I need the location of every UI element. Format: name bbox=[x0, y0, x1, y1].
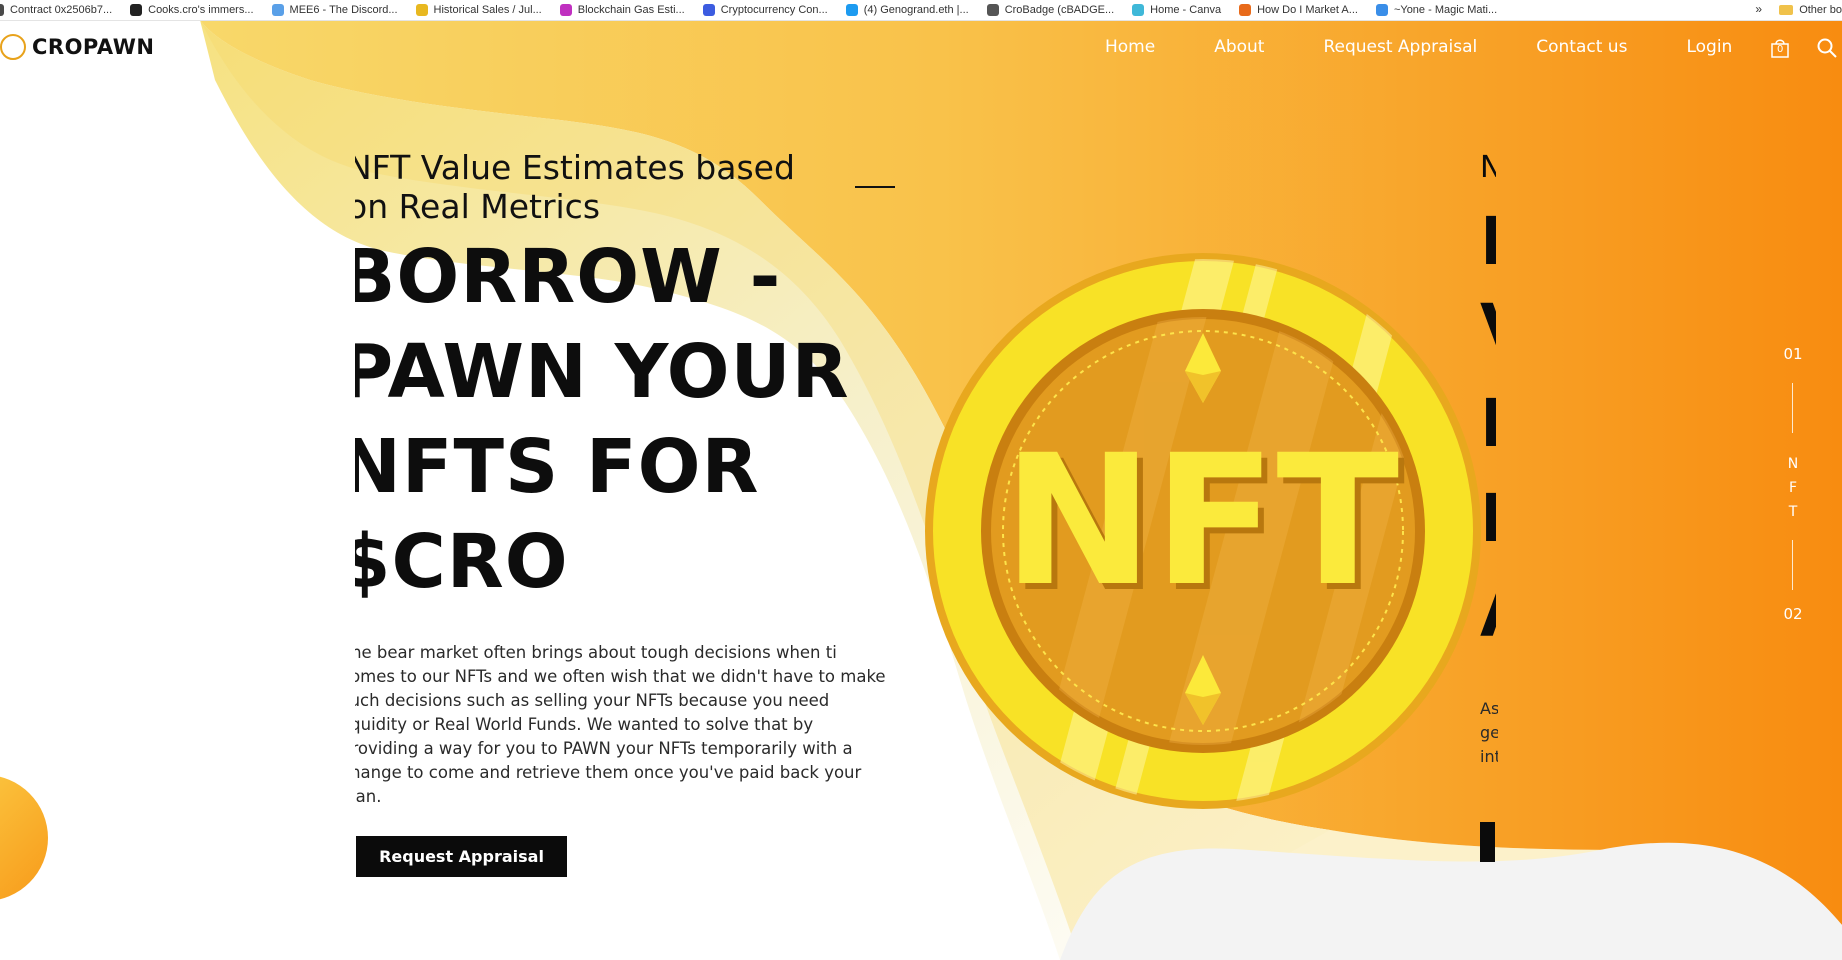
nav-about[interactable]: About bbox=[1214, 37, 1264, 57]
next-slide-letter: N bbox=[1480, 150, 1496, 185]
bookmark-label: Home - Canva bbox=[1150, 4, 1222, 16]
hero-text-block: NFT Value Estimates based on Real Metric… bbox=[355, 140, 915, 900]
next-slide-button[interactable] bbox=[1480, 822, 1495, 862]
bookmark-item[interactable]: Contract 0x2506b7... bbox=[0, 4, 112, 16]
bookmark-label: Historical Sales / Jul... bbox=[433, 4, 542, 16]
nav-home[interactable]: Home bbox=[1105, 37, 1155, 57]
next-slide-letter: I bbox=[1480, 480, 1496, 557]
bookmark-item[interactable]: How Do I Market A... bbox=[1239, 4, 1358, 16]
bookmark-favicon-icon bbox=[1239, 4, 1252, 16]
bookmark-label: CroBadge (cBADGE... bbox=[1004, 4, 1115, 16]
coin-text: NFT bbox=[1003, 417, 1399, 626]
bookmark-item[interactable]: Blockchain Gas Esti... bbox=[559, 4, 685, 16]
bookmark-label: Cooks.cro's immers... bbox=[148, 4, 254, 16]
next-slide-headline: NIVIIA bbox=[1480, 140, 1496, 880]
slide-end-number[interactable]: 02 bbox=[1778, 605, 1808, 623]
bookmarks-bar: Contract 0x2506b7... Cooks.cro's immers..… bbox=[0, 0, 1842, 21]
slide-label-letter: T bbox=[1788, 504, 1798, 520]
nft-coin-image: NFT NFT bbox=[925, 253, 1481, 809]
ring-icon bbox=[0, 34, 26, 60]
next-slide-letter: V bbox=[1480, 290, 1496, 367]
bookmark-item[interactable]: CroBadge (cBADGE... bbox=[986, 4, 1115, 16]
slide-start-number[interactable]: 01 bbox=[1778, 345, 1808, 363]
next-slide-letter: I bbox=[1480, 385, 1496, 462]
bookmark-item[interactable]: Home - Canva bbox=[1132, 4, 1221, 16]
next-slide-body: As ge int bbox=[1480, 697, 1498, 769]
main-nav: Home About Request Appraisal Contact us … bbox=[1105, 37, 1791, 57]
next-slide-text-line: int bbox=[1480, 747, 1498, 766]
search-icon[interactable] bbox=[1817, 38, 1837, 58]
nav-contact[interactable]: Contact us bbox=[1536, 37, 1627, 57]
nav-icons: 0 bbox=[1771, 38, 1837, 58]
subtitle-dash bbox=[855, 186, 895, 188]
bookmark-item[interactable]: (4) Genogrand.eth |... bbox=[845, 4, 969, 16]
nav-request-appraisal[interactable]: Request Appraisal bbox=[1323, 37, 1477, 57]
other-bookmarks[interactable]: Other bo bbox=[1779, 0, 1842, 20]
folder-icon bbox=[1779, 5, 1794, 15]
bookmark-label: ~Yone - Magic Mati... bbox=[1393, 4, 1498, 16]
next-slide-letter: I bbox=[1480, 203, 1496, 280]
hero-background bbox=[0, 20, 1842, 960]
request-appraisal-button[interactable]: Request Appraisal bbox=[356, 836, 567, 877]
bookmarks-list: Contract 0x2506b7... Cooks.cro's immers..… bbox=[0, 4, 1515, 16]
bookmarks-overflow-button[interactable]: » bbox=[1755, 2, 1762, 16]
slide-indicator: 01 NFT 02 bbox=[1778, 345, 1808, 625]
bookmark-favicon-icon bbox=[845, 4, 858, 16]
hero-body: The bear market often brings about tough… bbox=[355, 643, 886, 806]
bookmark-favicon-icon bbox=[271, 4, 284, 16]
logo-text: CROPAWN bbox=[32, 35, 155, 59]
bookmark-label: (4) Genogrand.eth |... bbox=[863, 4, 969, 16]
nav-login[interactable]: Login bbox=[1686, 37, 1732, 57]
cart-count: 0 bbox=[1777, 44, 1784, 55]
bookmark-label: How Do I Market A... bbox=[1257, 4, 1358, 16]
slide-label-letter: F bbox=[1788, 480, 1798, 496]
slide-line-top bbox=[1792, 383, 1793, 433]
next-slide-text-line: ge bbox=[1480, 723, 1498, 742]
slide-label: NFT bbox=[1778, 452, 1808, 524]
bookmark-label: MEE6 - The Discord... bbox=[289, 4, 398, 16]
logo[interactable]: CROPAWN bbox=[0, 34, 154, 60]
bookmark-item[interactable]: MEE6 - The Discord... bbox=[271, 4, 398, 16]
slide-line-bottom bbox=[1792, 540, 1793, 590]
bookmark-favicon-icon bbox=[1132, 4, 1145, 16]
bookmark-label: Contract 0x2506b7... bbox=[10, 4, 113, 16]
bookmark-favicon-icon bbox=[130, 4, 143, 16]
next-slide-letter: A bbox=[1480, 575, 1496, 652]
bookmark-item[interactable]: ~Yone - Magic Mati... bbox=[1375, 4, 1498, 16]
bookmark-favicon-icon bbox=[0, 4, 4, 16]
slide-label-letter: N bbox=[1787, 456, 1799, 472]
next-slide-text-line: As bbox=[1480, 699, 1498, 718]
other-bookmarks-label: Other bo bbox=[1799, 4, 1842, 16]
hero-headline: BORROW - PAWN YOUR NFTS FOR $CRO bbox=[355, 234, 850, 605]
bookmark-item[interactable]: Cooks.cro's immers... bbox=[130, 4, 254, 16]
shopping-bag-icon[interactable]: 0 bbox=[1771, 38, 1789, 58]
bookmark-item[interactable]: Cryptocurrency Con... bbox=[702, 4, 828, 16]
bookmark-favicon-icon bbox=[559, 4, 572, 16]
bookmark-label: Cryptocurrency Con... bbox=[720, 4, 828, 16]
hero-subtitle: NFT Value Estimates based on Real Metric… bbox=[355, 148, 795, 226]
bookmark-favicon-icon bbox=[986, 4, 999, 16]
bookmark-favicon-icon bbox=[415, 4, 428, 16]
bookmark-item[interactable]: Historical Sales / Jul... bbox=[415, 4, 542, 16]
bookmark-label: Blockchain Gas Esti... bbox=[577, 4, 685, 16]
bookmark-favicon-icon bbox=[702, 4, 715, 16]
bookmark-favicon-icon bbox=[1375, 4, 1388, 16]
